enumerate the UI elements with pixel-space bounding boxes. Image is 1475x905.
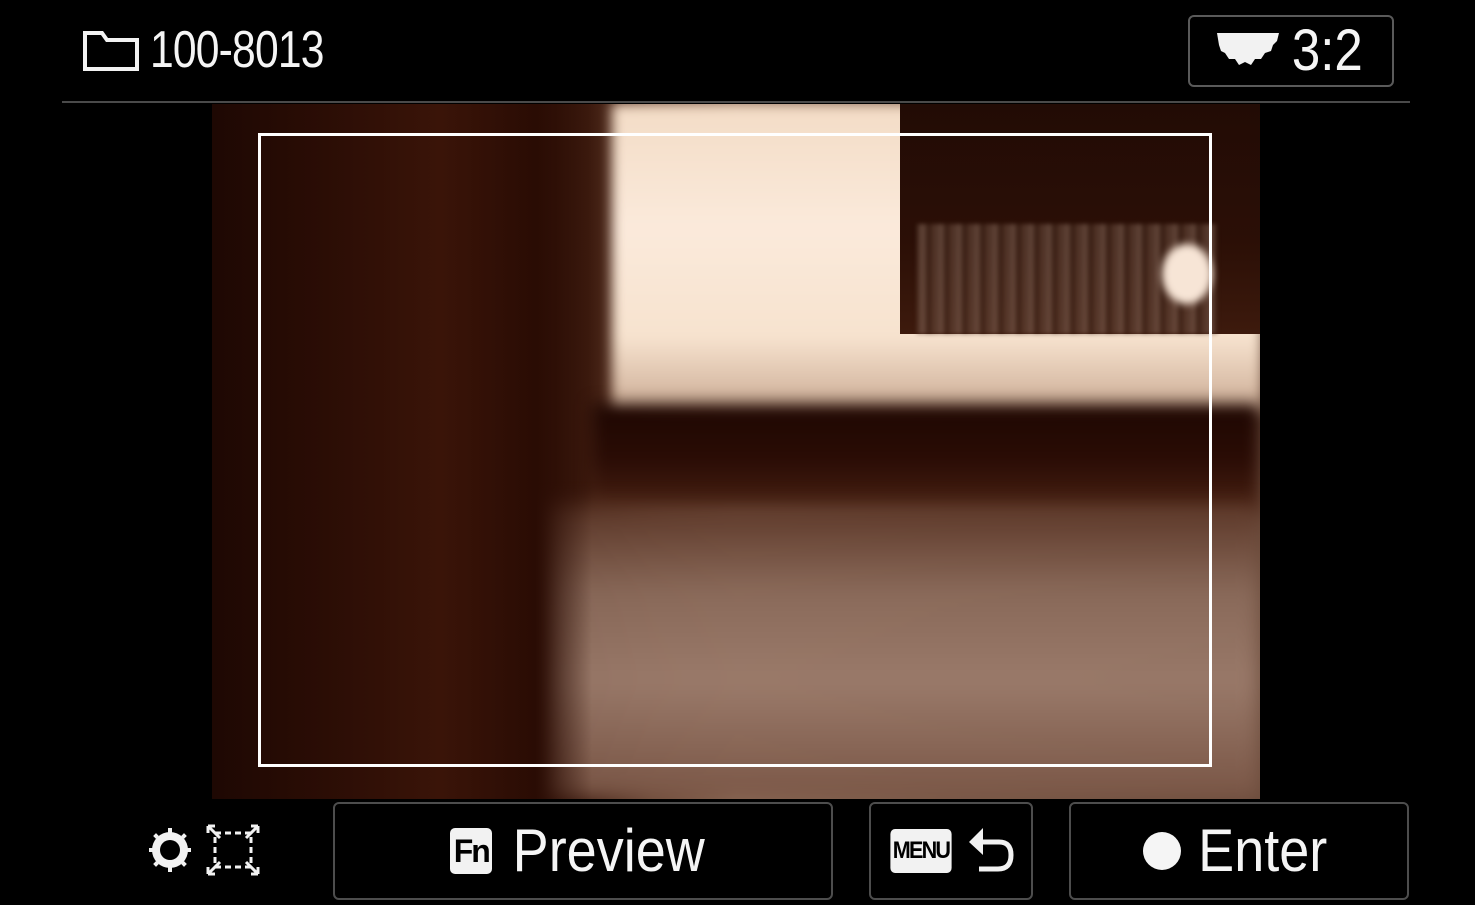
- control-wheel-icon: [148, 825, 192, 880]
- center-button-dot-icon: [1143, 832, 1182, 870]
- preview-label: Preview: [512, 817, 706, 884]
- folder-icon: [82, 28, 140, 72]
- folder-indicator: 100-8013: [82, 18, 362, 82]
- crop-frame-icon: [206, 824, 260, 881]
- fn-key-badge: Fn: [450, 828, 493, 874]
- crop-frame[interactable]: [258, 133, 1212, 767]
- back-arrow-icon: [965, 822, 1015, 881]
- aspect-ratio-stamp-icon: [1215, 29, 1281, 74]
- footer-hint-icons: [148, 820, 260, 884]
- preview-button[interactable]: Fn Preview: [333, 802, 833, 900]
- header-divider: [62, 101, 1410, 103]
- enter-label: Enter: [1198, 817, 1328, 884]
- folder-number: 100-8013: [150, 21, 324, 79]
- camera-screen: 100-8013 3:2 Fn Preview MENU Enter: [0, 0, 1475, 905]
- aspect-ratio-value: 3:2: [1291, 18, 1363, 83]
- menu-key-badge: MENU: [890, 829, 952, 873]
- back-button[interactable]: MENU: [869, 802, 1033, 900]
- aspect-ratio-indicator: 3:2: [1188, 15, 1394, 87]
- enter-button[interactable]: Enter: [1069, 802, 1409, 900]
